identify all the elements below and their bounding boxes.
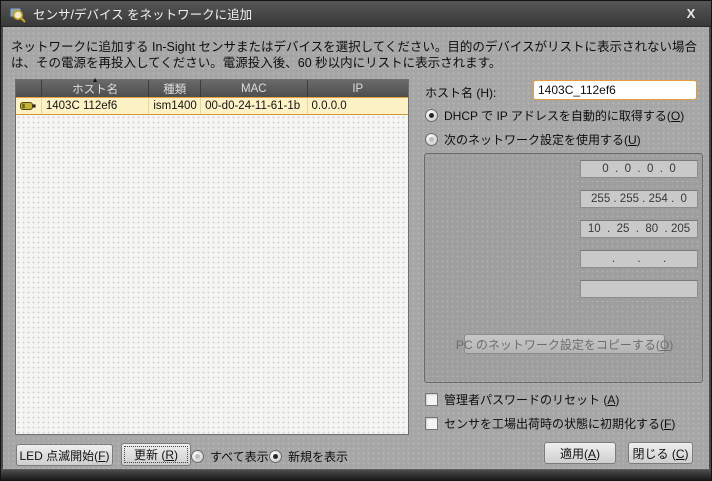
title-bar[interactable]: センサ/デバイス をネットワークに追加 X (1, 1, 712, 27)
instruction-text: ネットワークに追加する In-Sight センサまたはデバイスを選択してください… (11, 39, 707, 71)
camera-icon (20, 101, 36, 111)
radio-static[interactable] (425, 133, 438, 146)
led-blink-button[interactable]: LED 点滅開始(F) (16, 444, 113, 466)
dialog-left-edge (1, 27, 3, 480)
reset-password-option[interactable]: 管理者パスワードのリセット (A) (425, 392, 619, 407)
show-new-label: 新規を表示 (288, 448, 348, 465)
radio-dhcp-label: DHCP で IP アドレスを自動的に取得する(O) (444, 107, 684, 124)
static-radio-option[interactable]: 次のネットワーク設定を使用する(U) (425, 131, 641, 147)
device-list-body[interactable] (16, 116, 408, 434)
sort-ascending-icon: ▲ (92, 77, 99, 84)
copy-pc-network-button: PC のネットワーク設定をコピーする(O) (464, 334, 665, 354)
reset-password-checkbox[interactable] (425, 393, 438, 406)
cell-mac: 00-d0-24-11-61-1b (201, 98, 307, 114)
device-icon-cell (16, 98, 42, 114)
subnet-mask-field: 255 . 255 . 254 . 0 (580, 190, 698, 208)
radio-show-all[interactable] (191, 450, 204, 463)
dhcp-radio-option[interactable]: DHCP で IP アドレスを自動的に取得する(O) (425, 107, 684, 123)
column-header-label: 種類 (163, 81, 186, 97)
dialog-right-edge (709, 27, 711, 480)
column-header-hostname[interactable]: ▲ ホスト名 (42, 80, 149, 97)
close-button[interactable]: 閉じる (C) (628, 442, 693, 464)
table-row-selected[interactable]: 1403C 112ef6 ism1400 00-d0-24-11-61-1b 0… (16, 97, 408, 115)
radio-static-label: 次のネットワーク設定を使用する(U) (444, 131, 641, 148)
dialog-title: センサ/デバイス をネットワークに追加 (33, 4, 252, 23)
cell-hostname: 1403C 112ef6 (42, 98, 149, 114)
add-sensor-dialog: センサ/デバイス をネットワークに追加 X ネットワークに追加する In-Sig… (0, 0, 712, 481)
device-list-header: ▲ ホスト名 種類 MAC IP (16, 80, 408, 97)
column-header-label: IP (352, 83, 363, 95)
dns-server-field: . . . (580, 250, 698, 268)
network-settings-group: 0 . 0 . 0 . 0 255 . 255 . 254 . 0 10 . 2… (424, 153, 703, 383)
column-header-type[interactable]: 種類 (149, 80, 201, 97)
column-header-mac[interactable]: MAC (201, 80, 307, 97)
column-header-label: MAC (241, 83, 267, 95)
close-icon[interactable]: X (683, 6, 699, 22)
sensor-search-icon (8, 5, 26, 23)
show-all-label: すべて表示 (210, 448, 269, 465)
factory-reset-option[interactable]: センサを工場出荷時の状態に初期化する(F) (425, 416, 675, 431)
factory-reset-label: センサを工場出荷時の状態に初期化する(F) (444, 415, 675, 432)
domain-field (580, 280, 698, 298)
dialog-bottom-edge (1, 469, 712, 481)
radio-show-new[interactable] (269, 450, 282, 463)
hostname-label: ホスト名 (H): (425, 84, 496, 101)
instruction-line-2: は、その電源を再投入してください。電源投入後、60 秒以内にリストに表示されます… (11, 55, 707, 71)
radio-dhcp[interactable] (425, 109, 438, 122)
show-new-option[interactable]: 新規を表示 (269, 448, 348, 464)
column-header-icon[interactable] (16, 80, 42, 97)
instruction-line-1: ネットワークに追加する In-Sight センサまたはデバイスを選択してください… (11, 39, 707, 55)
gateway-field: 10 . 25 . 80 . 205 (580, 220, 698, 238)
cell-type: ism1400 (149, 98, 201, 114)
reset-password-label: 管理者パスワードのリセット (A) (444, 391, 619, 408)
refresh-button[interactable]: 更新 (R) (121, 443, 191, 466)
device-list: ▲ ホスト名 種類 MAC IP 1403C 112ef6 is (15, 79, 409, 435)
hostname-input[interactable] (533, 80, 697, 100)
column-header-ip[interactable]: IP (308, 80, 408, 97)
factory-reset-checkbox[interactable] (425, 417, 438, 430)
show-all-option[interactable]: すべて表示 (191, 448, 269, 464)
ip-address-field: 0 . 0 . 0 . 0 (580, 160, 698, 178)
apply-button[interactable]: 適用(A) (544, 442, 616, 464)
cell-ip: 0.0.0.0 (308, 98, 408, 114)
